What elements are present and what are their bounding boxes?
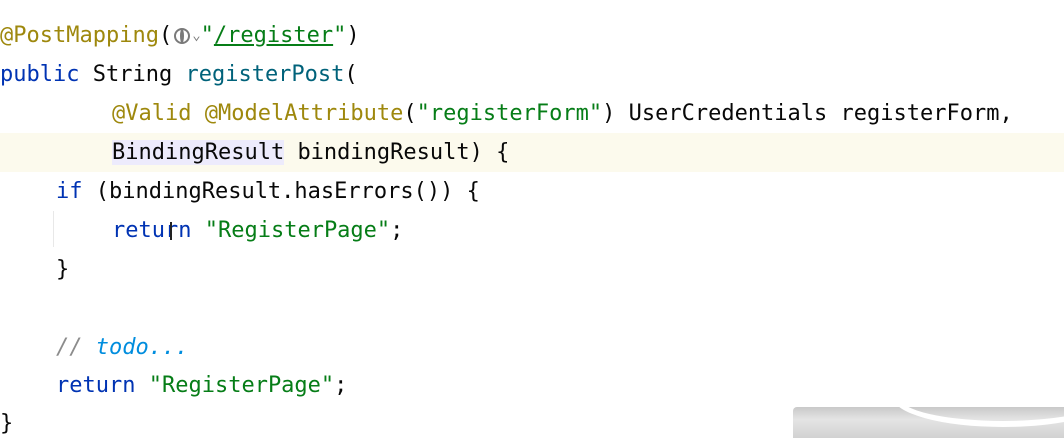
code-line-10[interactable]: return "RegisterPage"; — [0, 366, 1064, 405]
if-condition: (bindingResult.hasErrors()) { — [95, 179, 480, 204]
code-line-3[interactable]: @Valid @ModelAttribute("registerForm") U… — [0, 94, 1064, 133]
indent-guide — [53, 211, 54, 247]
return-string: "RegisterPage" — [204, 218, 391, 243]
type-string: String — [92, 62, 173, 87]
code-line-5[interactable]: if (bindingResult.hasErrors()) { — [0, 172, 1064, 211]
keyword-return: return — [112, 218, 192, 243]
todo-comment: todo... — [95, 335, 189, 360]
model-attribute-name: "registerForm" — [416, 101, 603, 126]
method-name: registerPost — [185, 62, 345, 87]
param-registerform: registerForm, — [840, 101, 1013, 126]
code-line-2[interactable]: public String registerPost( — [0, 55, 1064, 94]
webcam-overlay — [793, 407, 1064, 438]
annotation-valid: @Valid — [112, 101, 192, 126]
keyword-return: return — [56, 373, 136, 398]
keyword-public: public — [0, 62, 80, 87]
quote-open: " — [200, 23, 214, 48]
text-cursor-icon — [170, 222, 176, 240]
keyword-if: if — [56, 179, 83, 204]
comment-slashes: // — [56, 335, 83, 360]
ann-open-paren: ( — [403, 101, 417, 126]
semicolon: ; — [390, 218, 404, 243]
param-type-bindingresult: BindingResult — [112, 140, 285, 165]
ann-close-paren: ) — [602, 101, 616, 126]
method-closing-brace: } — [0, 411, 14, 436]
globe-icon[interactable] — [174, 28, 191, 44]
param-bindingresult: bindingResult) { — [297, 140, 510, 165]
return-string: "RegisterPage" — [148, 373, 335, 398]
code-line-9[interactable]: // todo... — [0, 328, 1064, 367]
quote-close: " — [333, 23, 347, 48]
close-paren: ) — [346, 23, 360, 48]
code-line-7[interactable]: } — [0, 250, 1064, 289]
chevron-down-icon[interactable]: ⌄ — [192, 28, 200, 44]
code-line-1[interactable]: @PostMapping(⌄"/register") — [0, 16, 1064, 55]
annotation-postmapping: @PostMapping — [0, 23, 159, 48]
method-paren: ( — [344, 62, 358, 87]
closing-brace: } — [56, 257, 70, 282]
semicolon: ; — [334, 373, 348, 398]
param-type-usercredentials: UserCredentials — [628, 101, 828, 126]
code-line-4[interactable]: BindingResult bindingResult) { — [0, 133, 1064, 172]
open-paren: ( — [158, 23, 173, 48]
code-line-6[interactable]: return "RegisterPage"; — [0, 211, 1064, 250]
annotation-modelattribute: @ModelAttribute — [204, 101, 404, 126]
url-link[interactable]: /register — [214, 23, 333, 48]
